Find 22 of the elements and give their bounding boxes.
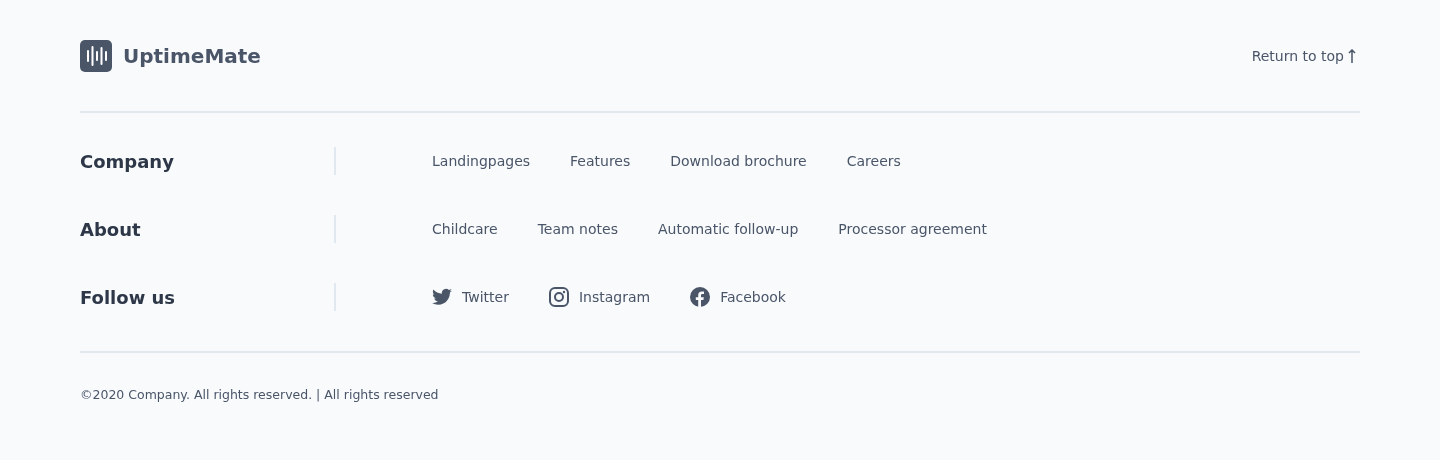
facebook-icon	[690, 287, 711, 307]
section-title: About	[80, 218, 141, 240]
return-to-top-link[interactable]: Return to top	[1251, 47, 1356, 64]
footer-link[interactable]: Processor agreement	[838, 221, 987, 237]
footer-link[interactable]: Instagram	[548, 287, 651, 307]
footer-link[interactable]: Automatic follow-up	[657, 221, 799, 237]
section-title: Company	[80, 150, 174, 172]
brand-name: UptimeMate	[123, 43, 261, 68]
footer-link[interactable]: Landingpages	[432, 153, 531, 169]
footer-link[interactable]: Team notes	[537, 221, 618, 237]
up-arrow-icon	[1348, 48, 1356, 63]
section-title: Follow us	[80, 286, 176, 308]
footer-link[interactable]: Twitter	[432, 287, 509, 307]
camera-icon	[548, 287, 569, 307]
footer-link[interactable]: Facebook	[690, 287, 786, 307]
footer-link[interactable]: Download brochure	[670, 153, 807, 169]
footer-link[interactable]: Childcare	[432, 221, 498, 237]
copyright-text: ©2020 Company. All rights reserved. | All rights reserved	[80, 387, 439, 402]
logo-icon	[80, 39, 112, 72]
footer-link[interactable]: Careers	[846, 153, 901, 169]
footer-link[interactable]: Features	[570, 153, 631, 169]
bird-icon	[432, 288, 452, 306]
